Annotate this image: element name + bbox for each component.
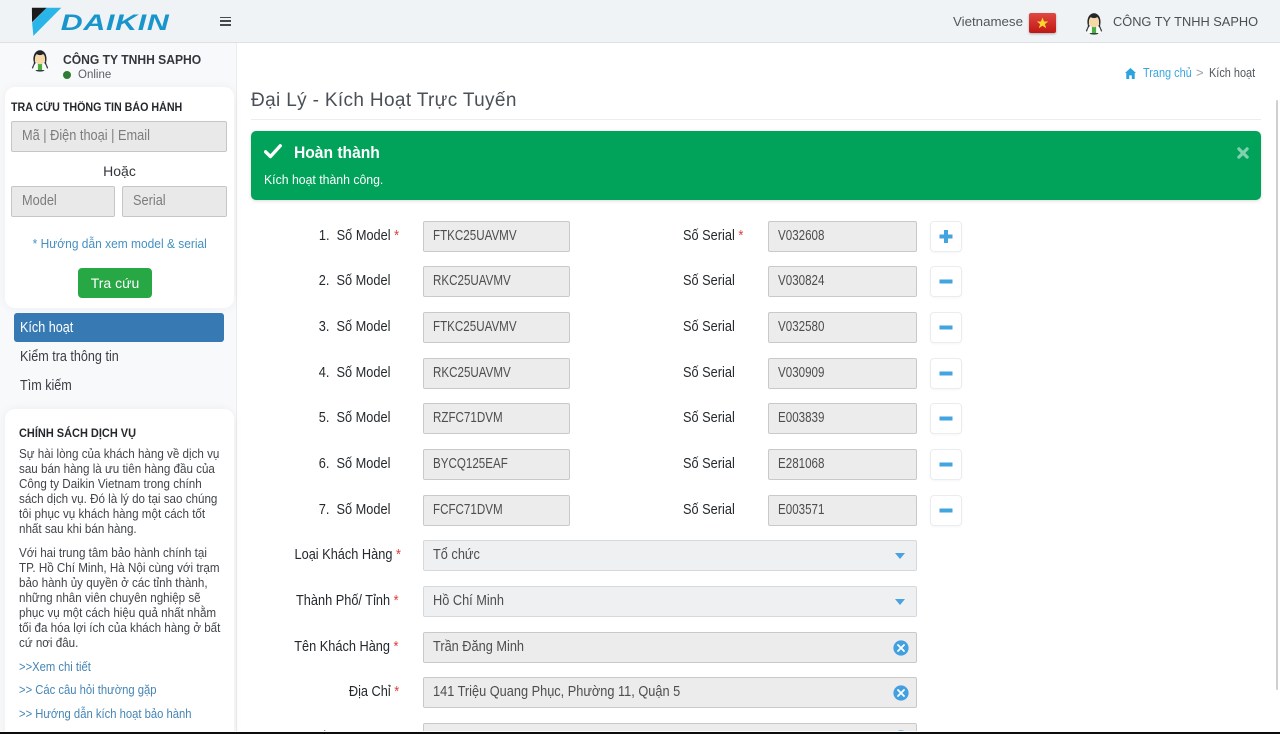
svg-text:DAIKIN: DAIKIN — [61, 10, 170, 35]
